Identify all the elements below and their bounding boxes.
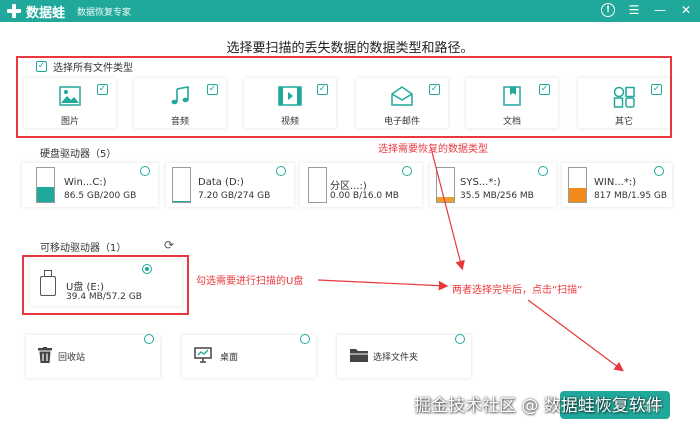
close-button[interactable]: ✕: [678, 2, 694, 18]
location-label: 桌面: [220, 353, 239, 363]
minimize-button[interactable]: —: [652, 2, 668, 18]
drive-name: 分区...:): [330, 181, 367, 192]
annotation-scan-note: 两者选择完毕后，点击“扫描”: [452, 285, 583, 296]
usb-drive-size: 39.4 MB/57.2 GB: [66, 292, 142, 302]
drive-size: 7.20 GB/274 GB: [198, 191, 271, 201]
drive-radio[interactable]: [402, 166, 412, 176]
drive-usage-fill: [173, 200, 190, 202]
file-type-video[interactable]: ✓ 视频: [244, 78, 336, 128]
checkbox-other[interactable]: ✓: [651, 84, 662, 95]
drive-icon: [568, 167, 587, 203]
title-bar: 数据蛙 数据恢复专家 ! ☰ — ✕: [0, 0, 700, 22]
drive-d[interactable]: Data (D:) 7.20 GB/274 GB: [166, 163, 294, 207]
location-radio[interactable]: [300, 334, 310, 344]
app-logo: 数据蛙: [6, 2, 65, 21]
hdd-section-label: 硬盘驱动器（5）: [40, 149, 117, 160]
location-select-folder[interactable]: 选择文件夹: [337, 334, 471, 378]
watermark: 掘金技术社区 @ 数据蛙恢复软件: [414, 396, 663, 416]
select-all-label: 选择所有文件类型: [53, 63, 133, 74]
drive-name: Data (D:): [198, 177, 244, 188]
usb-drive-radio[interactable]: [142, 264, 152, 274]
file-type-label: 图片: [60, 117, 79, 127]
folder-icon: [350, 349, 368, 362]
mail-icon: [391, 86, 413, 106]
help-icon: !: [601, 3, 615, 17]
drive-size: 35.5 MB/256 MB: [460, 191, 534, 201]
menu-icon: ☰: [628, 3, 640, 17]
drive-usage-fill: [437, 197, 454, 202]
drive-win[interactable]: WIN...*:) 817 MB/1.95 GB: [562, 163, 672, 207]
drive-name: Win...C:): [64, 177, 107, 188]
location-label: 选择文件夹: [373, 353, 419, 363]
select-all-checkbox[interactable]: ✓: [36, 61, 47, 72]
file-type-label: 文档: [502, 117, 521, 127]
other-icon: [613, 86, 635, 108]
usb-drive-name: U盘 (E:): [66, 282, 104, 293]
music-icon: [171, 86, 189, 105]
drive-name: WIN...*:): [594, 177, 637, 188]
checkbox-document[interactable]: ✓: [539, 84, 550, 95]
drive-size: 817 MB/1.95 GB: [594, 191, 668, 201]
usb-icon: [40, 270, 56, 296]
checkbox-video[interactable]: ✓: [317, 84, 328, 95]
drive-radio[interactable]: [276, 166, 286, 176]
image-icon: [59, 86, 81, 106]
trash-icon: [38, 347, 52, 363]
usb-drive-e[interactable]: U盘 (E:) 39.4 MB/57.2 GB: [30, 260, 182, 306]
drive-name: SYS...*:): [460, 177, 501, 188]
annotation-usb-note: 勾选需要进行扫描的U盘: [196, 276, 304, 287]
refresh-icon[interactable]: ⟳: [164, 238, 174, 252]
file-type-label: 视频: [280, 117, 299, 127]
arrow-to-scan-button: [527, 299, 624, 372]
minimize-icon: —: [654, 3, 666, 17]
drive-icon: [172, 167, 191, 203]
select-all-types[interactable]: ✓ 选择所有文件类型: [36, 59, 133, 74]
drive-usage-fill: [37, 187, 54, 202]
location-label: 回收站: [58, 353, 86, 363]
file-type-audio[interactable]: ✓ 音频: [134, 78, 226, 128]
file-type-document[interactable]: ✓ 文档: [466, 78, 558, 128]
location-recycle-bin[interactable]: 回收站: [26, 334, 160, 378]
video-icon: [278, 86, 302, 106]
desktop-icon: [194, 347, 212, 363]
annotation-type-note: 选择需要恢复的数据类型: [378, 144, 488, 155]
drive-radio[interactable]: [140, 166, 150, 176]
file-type-other[interactable]: ✓ 其它: [578, 78, 670, 128]
drive-radio[interactable]: [538, 166, 548, 176]
location-desktop[interactable]: 桌面: [182, 334, 316, 378]
document-icon: [503, 86, 521, 106]
close-icon: ✕: [680, 3, 692, 17]
checkbox-image[interactable]: ✓: [97, 84, 108, 95]
location-radio[interactable]: [144, 334, 154, 344]
app-name: 数据蛙: [26, 5, 66, 21]
drive-icon: [308, 167, 327, 203]
drive-radio[interactable]: [654, 166, 664, 176]
logo-cross-icon: [6, 3, 22, 19]
app-subtitle: 数据恢复专家: [77, 7, 132, 18]
removable-section-label: 可移动驱动器（1）: [40, 243, 127, 254]
drive-size: 86.5 GB/200 GB: [64, 191, 137, 201]
drive-size: 0.00 B/16.0 MB: [330, 191, 399, 201]
arrow-usb-to-scan-note: [317, 279, 449, 291]
file-type-label: 音频: [170, 117, 189, 127]
file-type-image[interactable]: ✓ 图片: [24, 78, 116, 128]
drive-usage-fill: [569, 187, 586, 202]
drive-partition[interactable]: 分区...:) 0.00 B/16.0 MB: [300, 163, 422, 207]
file-type-label: 电子邮件: [383, 117, 420, 127]
drive-sys[interactable]: SYS...*:) 35.5 MB/256 MB: [430, 163, 556, 207]
file-type-email[interactable]: ✓ 电子邮件: [356, 78, 448, 128]
drive-icon: [436, 167, 455, 203]
drive-c[interactable]: Win...C:) 86.5 GB/200 GB: [22, 163, 158, 207]
page-heading: 选择要扫描的丢失数据的数据类型和路径。: [226, 41, 474, 56]
checkbox-email[interactable]: ✓: [429, 84, 440, 95]
drive-icon: [36, 167, 55, 203]
help-button[interactable]: !: [600, 2, 616, 18]
checkbox-audio[interactable]: ✓: [207, 84, 218, 95]
location-radio[interactable]: [455, 334, 465, 344]
menu-button[interactable]: ☰: [626, 2, 642, 18]
file-type-label: 其它: [614, 117, 633, 127]
